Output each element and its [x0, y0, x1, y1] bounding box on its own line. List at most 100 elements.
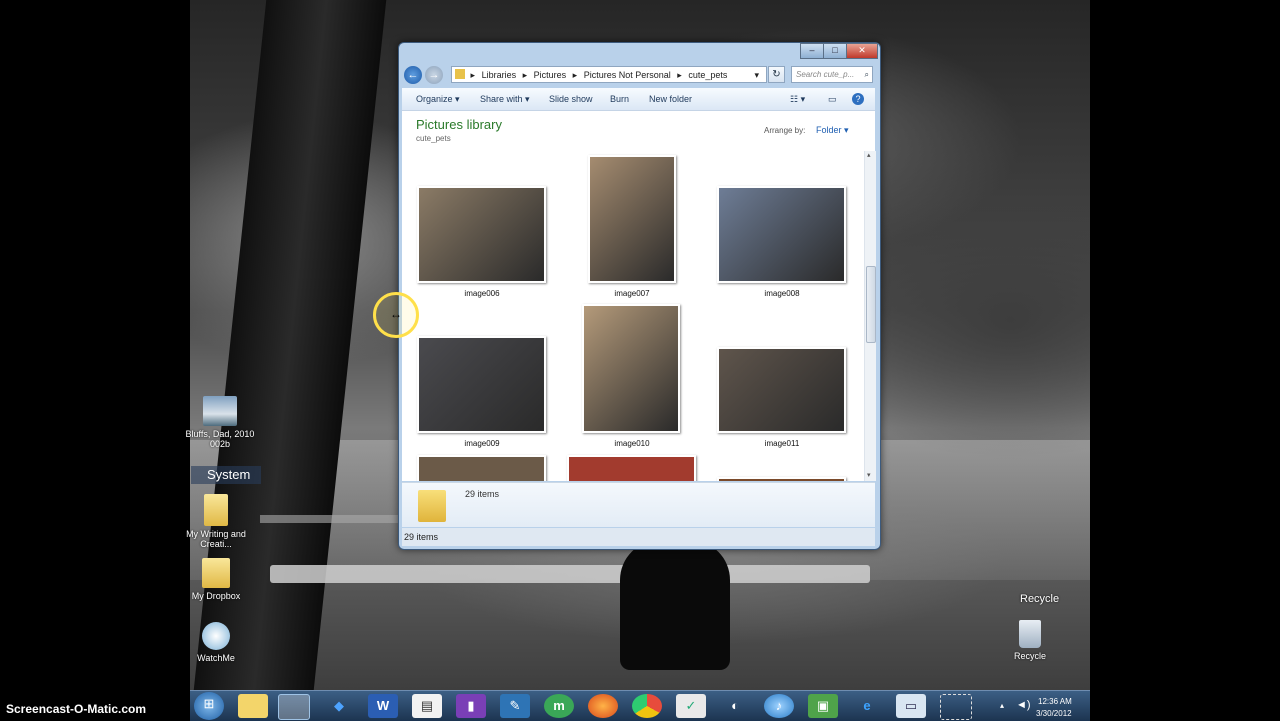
taskbar-onenote-icon[interactable]: ▮ [456, 694, 486, 718]
library-title: Pictures library [416, 117, 502, 132]
volume-icon[interactable]: ◄) [1016, 699, 1031, 711]
taskbar-media-icon[interactable]: ◐ [720, 694, 750, 718]
library-subtitle: cute_pets [416, 134, 451, 143]
address-separator-icon: ▸ [470, 70, 476, 80]
thumbnail-caption[interactable]: image006 [417, 289, 547, 298]
address-crumb[interactable]: Pictures Not Personal [584, 70, 671, 80]
folder-icon [455, 69, 465, 79]
thumbnail-image[interactable] [717, 477, 846, 481]
taskbar-snip-icon[interactable] [940, 694, 972, 720]
person-silhouette [620, 540, 730, 670]
clock-time[interactable]: 12:36 AM [1038, 697, 1072, 706]
taskbar-notepad-icon[interactable]: ▤ [412, 694, 442, 718]
thumbnail-image[interactable] [417, 336, 546, 433]
bench [270, 565, 870, 583]
taskbar-gadget-icon[interactable]: ✓ [676, 694, 706, 718]
address-bar[interactable]: ▸ Libraries ▸ Pictures ▸ Pictures Not Pe… [451, 66, 767, 83]
taskbar-folder-icon[interactable] [238, 694, 268, 718]
thumbnail-image[interactable] [417, 455, 546, 481]
clock-date[interactable]: 3/30/2012 [1036, 709, 1072, 718]
search-input[interactable]: Search cute_p... ⌕ [791, 66, 873, 83]
explorer-window: – □ ✕ ← → ▸ Libraries ▸ Pictures ▸ Pictu… [398, 42, 881, 550]
taskbar-editor-icon[interactable]: ✎ [500, 694, 530, 718]
scroll-up-icon[interactable]: ▴ [867, 151, 871, 159]
organize-button[interactable]: Organize ▾ [416, 88, 460, 110]
taskbar-dropbox-icon[interactable]: ◆ [324, 694, 354, 718]
thumbnail-image[interactable] [588, 155, 676, 283]
taskbar-chrome-icon[interactable] [632, 694, 662, 718]
help-icon[interactable]: ? [852, 93, 864, 105]
preview-pane-icon[interactable]: ▭ [828, 88, 837, 110]
taskbar-word-icon[interactable]: W [368, 694, 398, 718]
maximize-button[interactable]: □ [823, 43, 847, 59]
watermark: Screencast-O-Matic.com [6, 702, 147, 716]
desktop-icon-bluffs[interactable]: Bluffs, Dad, 2010 002b [185, 396, 255, 449]
address-separator-icon: ▸ [572, 70, 578, 80]
desktop-icon-my-dropbox[interactable]: My Dropbox [181, 558, 251, 601]
recycle-heading: Recycle [1020, 593, 1060, 605]
taskbar-firefox-icon[interactable] [588, 694, 618, 718]
system-gadget-title: System [191, 466, 261, 484]
folder-icon [418, 490, 446, 522]
desktop-icon-label: My Dropbox [191, 591, 241, 601]
thumbnail-caption[interactable]: image011 [717, 439, 847, 448]
scroll-down-icon[interactable]: ▾ [867, 471, 871, 479]
thumbnail-image[interactable] [567, 455, 696, 481]
desktop-icon-label: My Writing and Creati... [186, 529, 246, 549]
thumbnail-image[interactable] [717, 186, 846, 283]
scrollbar-thumb[interactable] [866, 266, 876, 343]
vertical-scrollbar[interactable]: ▴ ▾ [864, 151, 876, 481]
address-separator-icon: ▸ [677, 70, 682, 80]
share-with-button[interactable]: Share with ▾ [480, 88, 530, 110]
details-pane: 29 items [402, 482, 875, 527]
command-bar: Organize ▾ Share with ▾ Slide show Burn … [402, 88, 875, 111]
close-button[interactable]: ✕ [846, 43, 878, 59]
arrange-by-dropdown[interactable]: Folder ▾ [816, 125, 849, 136]
forward-button[interactable]: → [425, 66, 443, 84]
thumbnail-caption[interactable]: image010 [567, 439, 697, 448]
thumbnail-caption[interactable]: image009 [417, 439, 547, 448]
taskbar-itunes-icon[interactable]: ♪ [764, 694, 794, 718]
dropdown-icon[interactable]: ▾ [754, 67, 759, 84]
taskbar-window-icon[interactable]: ▭ [896, 694, 926, 718]
start-button[interactable]: ⊞ [194, 692, 224, 720]
desktop-icon-my-writing[interactable]: My Writing and Creati... [181, 494, 251, 549]
taskbar: ⊞ ◆ W ▤ ▮ ✎ m ✓ ◐ ♪ ▣ e ▭ ▴ ◄) 12:36 AM … [190, 690, 1090, 721]
desktop-icon-label: WatchMe [197, 653, 235, 663]
desktop-icon-watchme[interactable]: WatchMe [181, 622, 251, 663]
forward-arrow-icon: → [428, 69, 440, 81]
taskbar-ie-icon[interactable]: e [852, 694, 882, 718]
dropbox-folder-icon [202, 558, 230, 588]
windows-logo-icon: ⊞ [203, 696, 215, 711]
thumbnail-caption[interactable]: image008 [717, 289, 847, 298]
taskbar-explorer-icon[interactable] [278, 694, 310, 720]
desktop-icon-label: Recycle [1013, 651, 1046, 661]
thumbnail-image[interactable] [417, 186, 546, 283]
new-folder-button[interactable]: New folder [649, 88, 692, 110]
refresh-button[interactable]: ↻ [768, 66, 785, 83]
status-bar: 29 items [402, 528, 875, 546]
resize-cursor-icon: ↔ [390, 307, 402, 321]
burn-button[interactable]: Burn [610, 88, 629, 110]
thumbnail-caption[interactable]: image007 [567, 289, 697, 298]
thumbnail-image[interactable] [582, 304, 680, 433]
back-arrow-icon: ← [407, 69, 419, 81]
address-crumb[interactable]: Pictures [534, 70, 567, 80]
thumbnail-image[interactable] [717, 347, 846, 433]
taskbar-app-icon[interactable]: ▣ [808, 694, 838, 718]
view-options-icon[interactable]: ☷ ▾ [790, 88, 805, 110]
slide-show-button[interactable]: Slide show [549, 88, 593, 110]
desktop-icon-recycle[interactable]: Recycle [995, 620, 1065, 661]
arrange-by-label: Arrange by: [764, 126, 806, 135]
address-crumb[interactable]: cute_pets [688, 70, 727, 80]
recycle-bin-icon [1019, 620, 1041, 648]
address-crumb[interactable]: Libraries [482, 70, 517, 80]
tray-expand-icon[interactable]: ▴ [1000, 701, 1004, 710]
search-placeholder: Search cute_p... [796, 70, 855, 79]
thumbnail-grid: image006 image007 image008 image009 imag… [402, 151, 866, 481]
taskbar-m-app-icon[interactable]: m [544, 694, 574, 718]
back-button[interactable]: ← [404, 66, 422, 84]
minimize-button[interactable]: – [800, 43, 824, 59]
desktop-icon-label: Bluffs, Dad, 2010 002b [185, 429, 255, 449]
folder-icon [204, 494, 228, 526]
